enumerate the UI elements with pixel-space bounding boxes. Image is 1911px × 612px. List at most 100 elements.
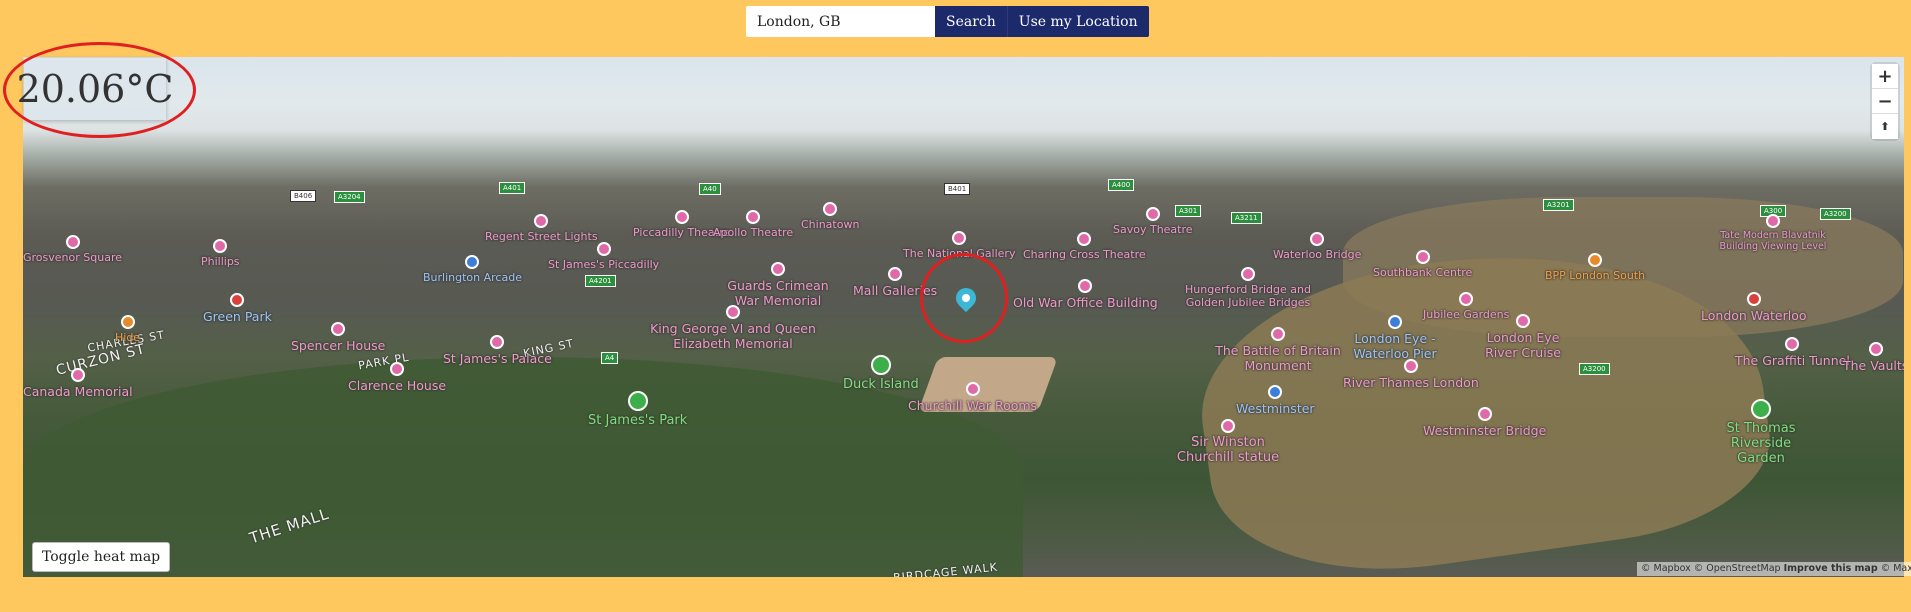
poi-label: Green Park xyxy=(203,309,272,324)
poi-tate-modern-blavatnik[interactable]: Tate Modern Blavatnik Building Viewing L… xyxy=(1713,214,1833,252)
poi-label: Grosvenor Square xyxy=(23,251,122,264)
poi-london-eye-waterloo-pier[interactable]: London Eye - Waterloo Pier xyxy=(1345,315,1445,361)
poi-icon xyxy=(390,362,405,376)
poi-icon xyxy=(490,335,505,349)
road-shield: A4201 xyxy=(585,275,616,287)
restaurant-icon xyxy=(120,315,135,329)
attribution-maxar-link[interactable]: © Maxar xyxy=(1881,563,1911,574)
poi-icon xyxy=(1077,232,1092,246)
road-shield: A400 xyxy=(1108,179,1135,191)
poi-southbank-centre[interactable]: Southbank Centre xyxy=(1373,250,1472,279)
poi-churchill-statue[interactable]: Sir Winston Churchill statue xyxy=(1168,419,1288,465)
poi-label: Waterloo Bridge xyxy=(1273,248,1362,261)
poi-churchill-war-rooms[interactable]: Churchill War Rooms xyxy=(908,382,1037,413)
road-shield: B406 xyxy=(290,190,317,202)
attribution-osm-link[interactable]: © OpenStreetMap xyxy=(1694,563,1781,574)
poi-icon xyxy=(1785,337,1800,351)
poi-grosvenor-square[interactable]: Grosvenor Square xyxy=(23,235,122,264)
poi-label: Churchill War Rooms xyxy=(908,398,1038,413)
poi-label: London Eye River Cruise xyxy=(1485,330,1561,360)
poi-river-thames-london[interactable]: River Thames London xyxy=(1343,359,1479,390)
toggle-heat-map-button[interactable]: Toggle heat map xyxy=(32,542,171,572)
road-shield: A401 xyxy=(499,182,526,194)
poi-old-war-office-building[interactable]: Old War Office Building xyxy=(1013,279,1158,310)
poi-label: London Waterloo xyxy=(1701,308,1807,323)
poi-london-waterloo[interactable]: London Waterloo xyxy=(1701,292,1807,323)
poi-label: The Vaults xyxy=(1843,358,1904,373)
search-bar: Search Use my Location xyxy=(746,6,1149,37)
poi-label: Westminster Bridge xyxy=(1423,423,1547,438)
improve-map-link[interactable]: Improve this map xyxy=(1784,563,1878,574)
poi-phillips[interactable]: Phillips xyxy=(201,239,240,268)
poi-battle-of-britain-monument[interactable]: The Battle of Britain Monument xyxy=(1213,327,1343,373)
poi-label: Southbank Centre xyxy=(1373,266,1473,279)
poi-icon xyxy=(70,368,85,382)
city-search-input[interactable] xyxy=(746,6,935,37)
poi-canada-memorial[interactable]: Canada Memorial xyxy=(23,368,133,399)
poi-spencer-house[interactable]: Spencer House xyxy=(291,322,385,353)
poi-icon xyxy=(1415,250,1430,264)
poi-label: Jubilee Gardens xyxy=(1423,308,1510,321)
poi-jubilee-gardens[interactable]: Jubilee Gardens xyxy=(1423,292,1509,321)
poi-st-james-piccadilly[interactable]: St James's Piccadilly xyxy=(548,242,659,271)
poi-label: St James's Park xyxy=(588,413,688,428)
poi-label: London Eye - Waterloo Pier xyxy=(1353,331,1437,361)
poi-savoy-theatre[interactable]: Savoy Theatre xyxy=(1113,207,1193,236)
poi-waterloo-bridge[interactable]: Waterloo Bridge xyxy=(1273,232,1361,261)
poi-king-george-vi-memorial[interactable]: King George VI and Queen Elizabeth Memor… xyxy=(638,305,828,351)
poi-st-james-park[interactable]: St James's Park xyxy=(588,391,687,428)
poi-label: St James's Palace xyxy=(443,351,552,366)
poi-label: Tate Modern Blavatnik Building Viewing L… xyxy=(1719,230,1827,252)
poi-guards-crimean-war-memorial[interactable]: Guards Crimean War Memorial xyxy=(723,262,833,308)
poi-the-vaults[interactable]: The Vaults xyxy=(1843,342,1904,373)
poi-chinatown[interactable]: Chinatown xyxy=(801,202,859,231)
poi-label: River Thames London xyxy=(1343,375,1479,390)
road-shield: A3211 xyxy=(1231,212,1262,224)
road-shield: A3201 xyxy=(1543,199,1574,211)
search-button[interactable]: Search xyxy=(935,6,1008,37)
map-navigation-control: + − ⬆ xyxy=(1872,64,1898,139)
attribution-mapbox-link[interactable]: © Mapbox xyxy=(1641,563,1691,574)
pier-icon xyxy=(1388,315,1402,329)
poi-bpp-london-south[interactable]: BPP London South xyxy=(1545,253,1645,282)
underground-icon xyxy=(1268,385,1283,399)
use-my-location-button[interactable]: Use my Location xyxy=(1007,6,1149,37)
poi-label: Hide xyxy=(115,331,141,344)
poi-hungerford-bridge[interactable]: Hungerford Bridge and Golden Jubilee Bri… xyxy=(1183,267,1313,309)
poi-label: Regent Street Lights xyxy=(485,230,598,243)
compass-icon[interactable]: ⬆ xyxy=(1872,114,1898,139)
zoom-in-button[interactable]: + xyxy=(1872,64,1898,89)
poi-westminster-bridge[interactable]: Westminster Bridge xyxy=(1423,407,1546,438)
poi-label: Spencer House xyxy=(291,338,386,353)
poi-label: Savoy Theatre xyxy=(1113,223,1193,236)
road-shield: A40 xyxy=(699,183,721,195)
poi-label: Charing Cross Theatre xyxy=(1023,248,1146,261)
annotation-circle-pin xyxy=(920,253,1008,343)
poi-label: St Thomas Riverside Garden xyxy=(1726,421,1796,466)
poi-icon xyxy=(1241,267,1255,281)
poi-icon xyxy=(965,382,980,396)
poi-icon xyxy=(213,239,228,253)
poi-label: Chinatown xyxy=(801,218,860,231)
poi-label: The Battle of Britain Monument xyxy=(1215,343,1341,373)
poi-charing-cross-theatre[interactable]: Charing Cross Theatre xyxy=(1023,232,1146,261)
poi-label: Burlington Arcade xyxy=(423,271,522,284)
poi-st-james-palace[interactable]: St James's Palace xyxy=(443,335,552,366)
poi-icon xyxy=(1766,214,1780,228)
poi-burlington-arcade[interactable]: Burlington Arcade xyxy=(423,255,522,284)
poi-apollo-theatre[interactable]: Apollo Theatre xyxy=(713,210,793,239)
road-shield: A4 xyxy=(601,352,619,364)
poi-icon xyxy=(1403,359,1418,373)
poi-st-thomas-riverside-garden[interactable]: St Thomas Riverside Garden xyxy=(1711,399,1811,466)
poi-icon xyxy=(823,202,838,216)
poi-green-park[interactable]: Green Park xyxy=(203,293,272,324)
tree-icon xyxy=(627,391,648,411)
poi-clarence-house[interactable]: Clarence House xyxy=(348,362,446,393)
poi-hide[interactable]: Hide xyxy=(115,315,140,344)
zoom-out-button[interactable]: − xyxy=(1872,89,1898,114)
poi-label: Old War Office Building xyxy=(1013,295,1158,310)
poi-westminster[interactable]: Westminster xyxy=(1236,385,1315,416)
poi-icon xyxy=(1271,327,1285,341)
poi-graffiti-tunnel[interactable]: The Graffiti Tunnel xyxy=(1735,337,1850,368)
poi-regent-street-lights[interactable]: Regent Street Lights xyxy=(485,214,598,243)
